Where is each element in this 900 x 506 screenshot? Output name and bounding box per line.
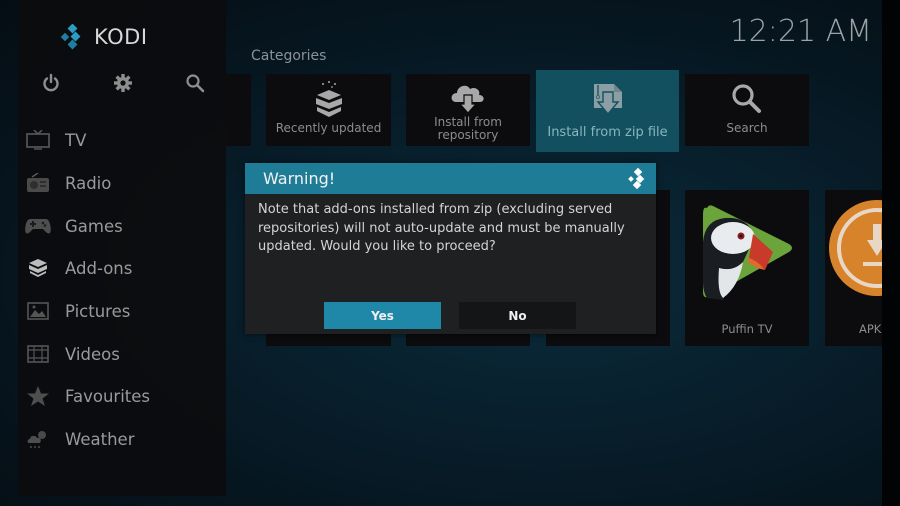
cloud-download-icon [406, 80, 530, 116]
app-name: KODI [94, 25, 148, 49]
search-button[interactable] [182, 70, 208, 96]
box-icon [24, 256, 52, 280]
dialog-header: Warning! [245, 163, 656, 194]
radio-icon [24, 171, 52, 195]
sidebar-item-label: Add-ons [65, 258, 133, 278]
addon-puffin-tv[interactable]: Puffin TV [685, 190, 809, 346]
sidebar-item-favourites[interactable]: Favourites [24, 378, 150, 414]
kodi-logo-icon [626, 167, 648, 194]
tile-label: Install from zip file [547, 125, 668, 140]
screen-right-edge [882, 0, 900, 506]
gear-icon [114, 74, 132, 92]
dialog-message: Note that add-ons installed from zip (ex… [258, 202, 625, 254]
sidebar-item-label: Favourites [65, 386, 150, 406]
category-tile-partial[interactable] [226, 74, 251, 146]
addon-apk[interactable]: APK [825, 190, 882, 346]
clock: 12:21 AM [729, 14, 872, 49]
category-search[interactable]: Search [685, 74, 809, 146]
sidebar-item-pictures[interactable]: Pictures [24, 293, 130, 329]
sidebar-item-games[interactable]: Games [24, 208, 123, 244]
star-icon [24, 384, 52, 408]
addon-label: APK [859, 322, 882, 336]
kodi-logo: KODI [60, 24, 148, 50]
settings-button[interactable] [110, 70, 136, 96]
tile-label: Search [726, 121, 768, 135]
search-icon [186, 74, 205, 93]
sidebar-item-addons[interactable]: Add-ons [24, 250, 132, 286]
dialog-title: Warning! [263, 169, 336, 188]
search-icon [685, 82, 809, 116]
no-button[interactable]: No [459, 302, 576, 329]
category-install-from-zip-file[interactable]: Install from zip file [536, 70, 679, 152]
warning-dialog: Warning! Note that add-ons installed fro… [245, 163, 656, 334]
sidebar-item-videos[interactable]: Videos [24, 336, 120, 372]
sidebar-item-label: Videos [65, 344, 120, 364]
tile-label: Recently updated [275, 121, 382, 135]
tile-label-line2: repository [437, 128, 499, 142]
gamepad-icon [24, 214, 52, 238]
addon-label: Puffin TV [721, 322, 773, 336]
sidebar-item-weather[interactable]: Weather [24, 421, 134, 457]
weather-icon [24, 427, 52, 451]
kodi-home-screen: KODI TV Radio Games Add-ons Pictures Vid… [0, 0, 882, 506]
sidebar-item-label: TV [65, 130, 87, 150]
picture-icon [24, 299, 52, 323]
sidebar-item-label: Weather [65, 429, 135, 449]
yes-button[interactable]: Yes [324, 302, 441, 329]
sidebar-item-label: Radio [65, 173, 112, 193]
category-recently-updated[interactable]: Recently updated [266, 74, 391, 146]
tv-icon [24, 128, 52, 152]
power-icon [43, 73, 59, 92]
film-icon [24, 342, 52, 366]
sidebar-item-radio[interactable]: Radio [24, 165, 111, 201]
sidebar-item-label: Games [65, 216, 123, 236]
sidebar-item-tv[interactable]: TV [24, 122, 86, 158]
power-button[interactable] [38, 70, 64, 96]
category-install-from-repository[interactable]: Install from repository [406, 74, 530, 146]
kodi-logo-icon [60, 24, 81, 50]
zip-install-icon [536, 82, 679, 118]
open-box-icon [266, 80, 391, 120]
sidebar-item-label: Pictures [65, 301, 131, 321]
sidebar-top-icons [0, 70, 226, 96]
puffin-icon [699, 202, 795, 306]
section-title: Categories [251, 48, 327, 64]
apk-download-icon [827, 196, 882, 304]
